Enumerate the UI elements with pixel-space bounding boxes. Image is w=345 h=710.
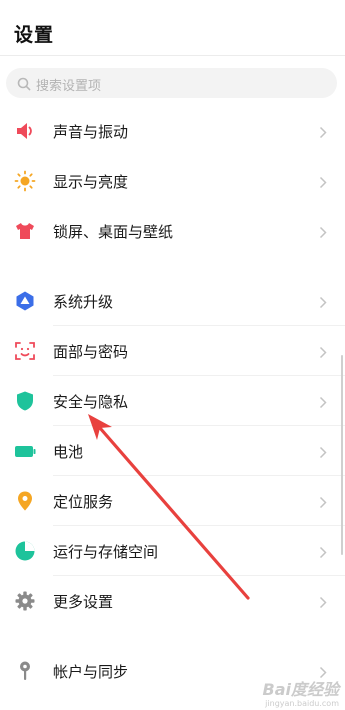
- settings-item-label: 帐户与同步: [53, 663, 129, 681]
- chevron-right-icon: [319, 124, 327, 143]
- chevron-right-icon: [319, 394, 327, 413]
- battery-icon: [14, 440, 36, 462]
- watermark-url: jingyan.baidu.com: [265, 699, 339, 708]
- settings-item-label: 运行与存储空间: [53, 543, 159, 561]
- settings-item-sound[interactable]: 声音与振动: [0, 106, 345, 156]
- settings-item-label: 显示与亮度: [53, 173, 129, 191]
- page-title: 设置: [14, 24, 55, 46]
- settings-item-display[interactable]: 显示与亮度: [0, 156, 345, 206]
- key-icon: [14, 660, 36, 682]
- settings-item-security-privacy[interactable]: 安全与隐私: [0, 376, 345, 426]
- watermark: Bai度经验: [262, 680, 339, 699]
- search-placeholder: 搜索设置项: [36, 79, 102, 94]
- settings-item-label: 更多设置: [53, 593, 114, 611]
- chevron-right-icon: [319, 544, 327, 563]
- upgrade-icon: [14, 290, 36, 312]
- gear-icon: [14, 590, 36, 612]
- settings-item-more[interactable]: 更多设置: [0, 576, 345, 626]
- chevron-right-icon: [319, 594, 327, 613]
- search-bar[interactable]: 搜索设置项: [6, 68, 337, 98]
- settings-item-wallpaper[interactable]: 锁屏、桌面与壁纸: [0, 206, 345, 256]
- settings-item-storage[interactable]: 运行与存储空间: [0, 526, 345, 576]
- location-icon: [14, 490, 36, 512]
- chevron-right-icon: [319, 174, 327, 193]
- chevron-right-icon: [319, 444, 327, 463]
- chevron-right-icon: [319, 224, 327, 243]
- settings-item-label: 安全与隐私: [53, 393, 129, 411]
- shirt-icon: [14, 220, 36, 242]
- settings-item-label: 面部与密码: [53, 343, 129, 361]
- settings-item-label: 锁屏、桌面与壁纸: [53, 223, 174, 241]
- pie-chart-icon: [14, 540, 36, 562]
- chevron-right-icon: [319, 494, 327, 513]
- settings-item-face-password[interactable]: 面部与密码: [0, 326, 345, 376]
- settings-item-label: 系统升级: [53, 293, 114, 311]
- face-scan-icon: [14, 340, 36, 362]
- scrollbar[interactable]: [341, 355, 343, 555]
- shield-icon: [14, 390, 36, 412]
- chevron-right-icon: [319, 344, 327, 363]
- speaker-icon: [14, 120, 36, 142]
- header-divider: [0, 55, 345, 56]
- settings-item-battery[interactable]: 电池: [0, 426, 345, 476]
- settings-item-label: 声音与振动: [53, 123, 129, 141]
- settings-item-system-upgrade[interactable]: 系统升级: [0, 276, 345, 326]
- settings-item-location[interactable]: 定位服务: [0, 476, 345, 526]
- chevron-right-icon: [319, 294, 327, 313]
- settings-item-label: 电池: [53, 443, 84, 461]
- search-icon: [17, 76, 31, 95]
- sun-icon: [14, 170, 36, 192]
- settings-item-label: 定位服务: [53, 493, 114, 511]
